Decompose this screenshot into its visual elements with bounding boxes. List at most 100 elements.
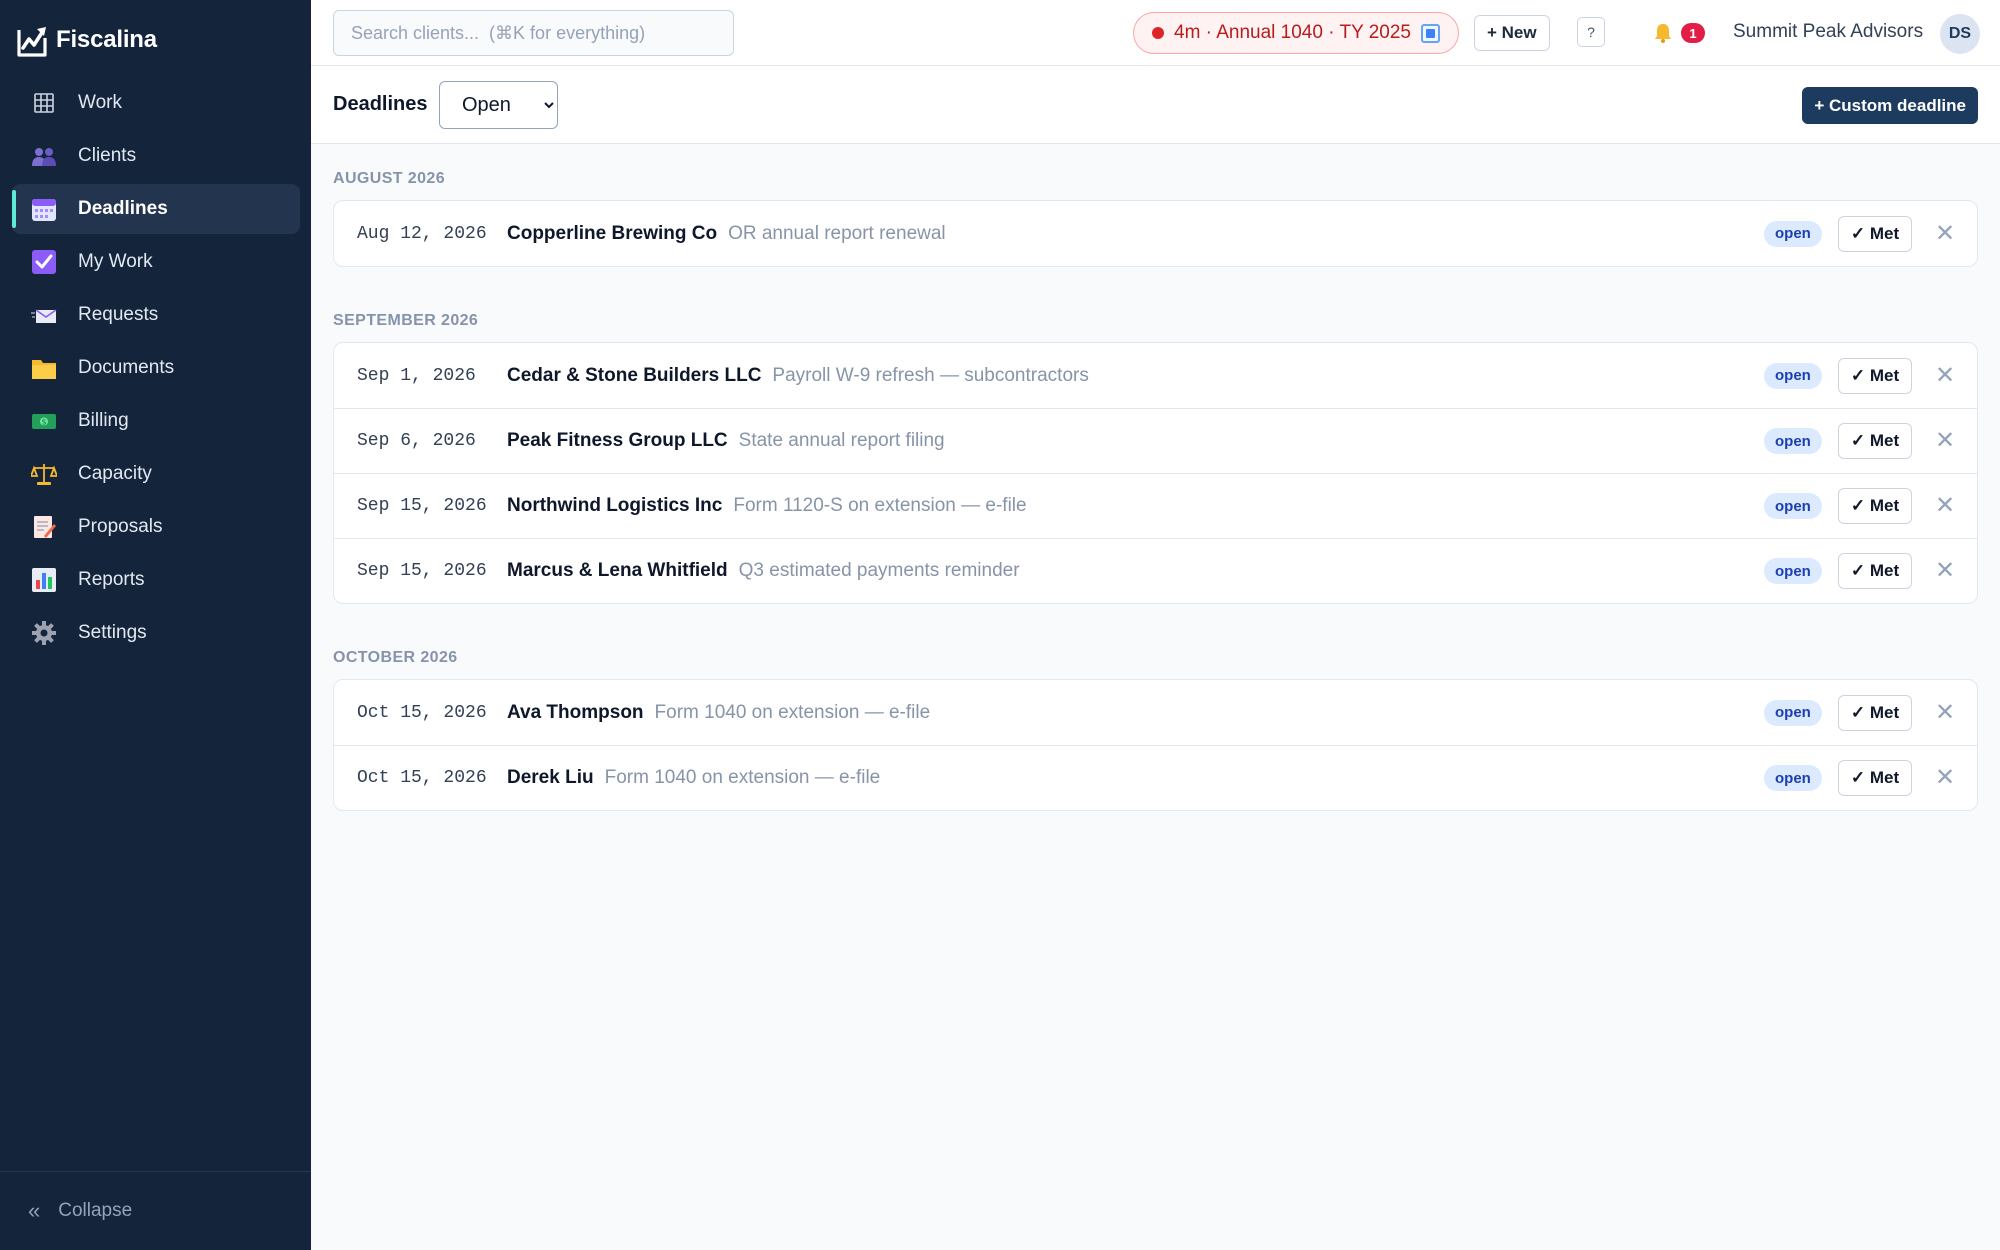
dismiss-close-icon[interactable]: ✕ — [1932, 700, 1958, 726]
dismiss-close-icon[interactable]: ✕ — [1932, 221, 1958, 247]
page-title: Deadlines — [333, 93, 428, 115]
status-badge: open — [1764, 493, 1822, 519]
sidebar-item-label: Billing — [78, 410, 129, 431]
dismiss-close-icon[interactable]: ✕ — [1932, 493, 1958, 519]
grid-icon — [30, 89, 58, 117]
sidebar-item-deadlines[interactable]: Deadlines — [12, 184, 300, 234]
deadline-date: Aug 12, 2026 — [357, 223, 487, 244]
memo-icon — [30, 513, 58, 541]
checkbox-icon — [30, 248, 58, 276]
deadline-date: Sep 6, 2026 — [357, 431, 476, 451]
deadline-task: Form 1120-S on extension — e-file — [733, 495, 1027, 516]
deadline-description: Marcus & Lena Whitfield Q3 estimated pay… — [507, 560, 1020, 582]
client-name-link[interactable]: Cedar & Stone Builders LLC — [507, 365, 761, 387]
gear-icon — [30, 619, 58, 647]
deadline-date: Sep 1, 2026 — [357, 365, 476, 386]
mark-met-button[interactable]: ✓ Met — [1838, 694, 1912, 731]
sidebar-item-billing[interactable]: $ Billing — [12, 396, 300, 446]
deadline-task: OR annual report renewal — [728, 222, 946, 244]
mark-met-button[interactable]: ✓ Met — [1838, 488, 1912, 524]
sidebar-item-requests[interactable]: Requests — [12, 290, 300, 340]
dismiss-close-icon[interactable]: ✕ — [1932, 428, 1958, 454]
search-input[interactable] — [333, 10, 734, 56]
mark-met-button[interactable]: ✓ Met — [1838, 215, 1912, 252]
deadline-date: Sep 15, 2026 — [357, 561, 487, 581]
deadline-task: Payroll W-9 refresh — subcontractors — [772, 364, 1089, 386]
client-name-link[interactable]: Ava Thompson — [507, 702, 644, 724]
sidebar-item-reports[interactable]: Reports — [12, 555, 300, 605]
month-group-label: AUGUST 2026 — [333, 170, 445, 187]
status-badge: open — [1764, 362, 1822, 389]
sidebar-item-my-work[interactable]: My Work — [12, 237, 300, 287]
svg-text:$: $ — [41, 418, 46, 427]
collapse-sidebar-button[interactable]: « Collapse — [0, 1171, 311, 1250]
bell-icon[interactable] — [1651, 20, 1675, 46]
sidebar-item-label: Proposals — [78, 516, 163, 537]
deadline-row: Sep 15, 2026 Northwind Logistics Inc For… — [334, 473, 1977, 538]
people-icon — [30, 142, 58, 170]
sidebar-item-proposals[interactable]: Proposals — [12, 502, 300, 552]
sidebar-item-label: Reports — [78, 569, 145, 590]
deadline-group-card: Aug 12, 2026 Copperline Brewing Co OR an… — [333, 200, 1978, 267]
sidebar-item-work[interactable]: Work — [12, 78, 300, 128]
deadline-row: Oct 15, 2026 Derek Liu Form 1040 on exte… — [334, 745, 1977, 810]
sidebar-item-clients[interactable]: Clients — [12, 131, 300, 181]
status-badge: open — [1764, 428, 1822, 454]
month-group-label: SEPTEMBER 2026 — [333, 312, 479, 329]
deadline-date: Oct 15, 2026 — [357, 768, 487, 788]
client-name-link[interactable]: Copperline Brewing Co — [507, 223, 717, 245]
timer-text: 4m · Annual 1040 · TY 2025 — [1174, 22, 1411, 43]
sidebar-item-label: Capacity — [78, 463, 152, 484]
status-badge: open — [1764, 699, 1822, 726]
sidebar-item-label: Deadlines — [78, 198, 168, 219]
dismiss-close-icon[interactable]: ✕ — [1932, 765, 1958, 791]
notification-count-badge: 1 — [1681, 23, 1705, 43]
firm-name[interactable]: Summit Peak Advisors — [1733, 21, 1923, 43]
deadline-task: Form 1040 on extension — e-file — [604, 767, 881, 788]
sidebar-item-documents[interactable]: Documents — [12, 343, 300, 393]
scales-icon — [30, 460, 58, 488]
mark-met-button[interactable]: ✓ Met — [1838, 357, 1912, 394]
deadline-description: Copperline Brewing Co OR annual report r… — [507, 223, 946, 245]
sidebar-item-capacity[interactable]: Capacity — [12, 449, 300, 499]
status-filter-select[interactable]: Open — [439, 81, 558, 129]
sidebar-item-label: Requests — [78, 304, 159, 325]
dismiss-close-icon[interactable]: ✕ — [1932, 558, 1958, 584]
sidebar-item-label: Work — [78, 92, 122, 113]
folder-icon — [30, 354, 58, 382]
client-name-link[interactable]: Marcus & Lena Whitfield — [507, 560, 728, 582]
add-custom-deadline-button[interactable]: + Custom deadline — [1802, 87, 1978, 124]
mark-met-button[interactable]: ✓ Met — [1838, 760, 1912, 796]
new-button[interactable]: + New — [1474, 15, 1550, 51]
bar-chart-icon — [30, 566, 58, 594]
client-name-link[interactable]: Derek Liu — [507, 767, 594, 789]
help-button[interactable]: ? — [1577, 17, 1605, 47]
sidebar-item-label: Settings — [78, 622, 147, 643]
mark-met-button[interactable]: ✓ Met — [1838, 423, 1912, 459]
top-bar: 4m · Annual 1040 · TY 2025 + New ? 1 Sum… — [311, 0, 2000, 66]
sidebar: Fiscalina Work Clients Deadlines My Work — [0, 0, 311, 1250]
stop-icon[interactable] — [1420, 23, 1440, 43]
sidebar-item-settings[interactable]: Settings — [12, 608, 300, 658]
dismiss-close-icon[interactable]: ✕ — [1932, 363, 1958, 389]
deadline-description: Cedar & Stone Builders LLC Payroll W-9 r… — [507, 365, 1089, 387]
mark-met-button[interactable]: ✓ Met — [1838, 553, 1912, 589]
deadline-date: Sep 15, 2026 — [357, 496, 487, 516]
deadline-group-card: Sep 1, 2026 Cedar & Stone Builders LLC P… — [333, 342, 1978, 604]
brand[interactable]: Fiscalina — [16, 20, 157, 60]
client-name-link[interactable]: Peak Fitness Group LLC — [507, 430, 728, 452]
running-timer[interactable]: 4m · Annual 1040 · TY 2025 — [1133, 12, 1459, 54]
deadline-description: Northwind Logistics Inc Form 1120-S on e… — [507, 495, 1027, 517]
recording-dot-icon — [1152, 27, 1164, 39]
deadline-description: Derek Liu Form 1040 on extension — e-fil… — [507, 767, 880, 789]
sidebar-nav: Work Clients Deadlines My Work Requests — [12, 78, 300, 661]
deadline-row: Sep 15, 2026 Marcus & Lena Whitfield Q3 … — [334, 538, 1977, 603]
sidebar-item-label: Documents — [78, 357, 175, 378]
client-name-link[interactable]: Northwind Logistics Inc — [507, 495, 722, 517]
deadline-group-card: Oct 15, 2026 Ava Thompson Form 1040 on e… — [333, 679, 1978, 811]
status-badge: open — [1764, 220, 1822, 247]
deadline-task: Q3 estimated payments reminder — [738, 560, 1020, 581]
calendar-icon — [30, 195, 58, 223]
avatar[interactable]: DS — [1940, 14, 1980, 54]
status-badge: open — [1764, 558, 1822, 584]
